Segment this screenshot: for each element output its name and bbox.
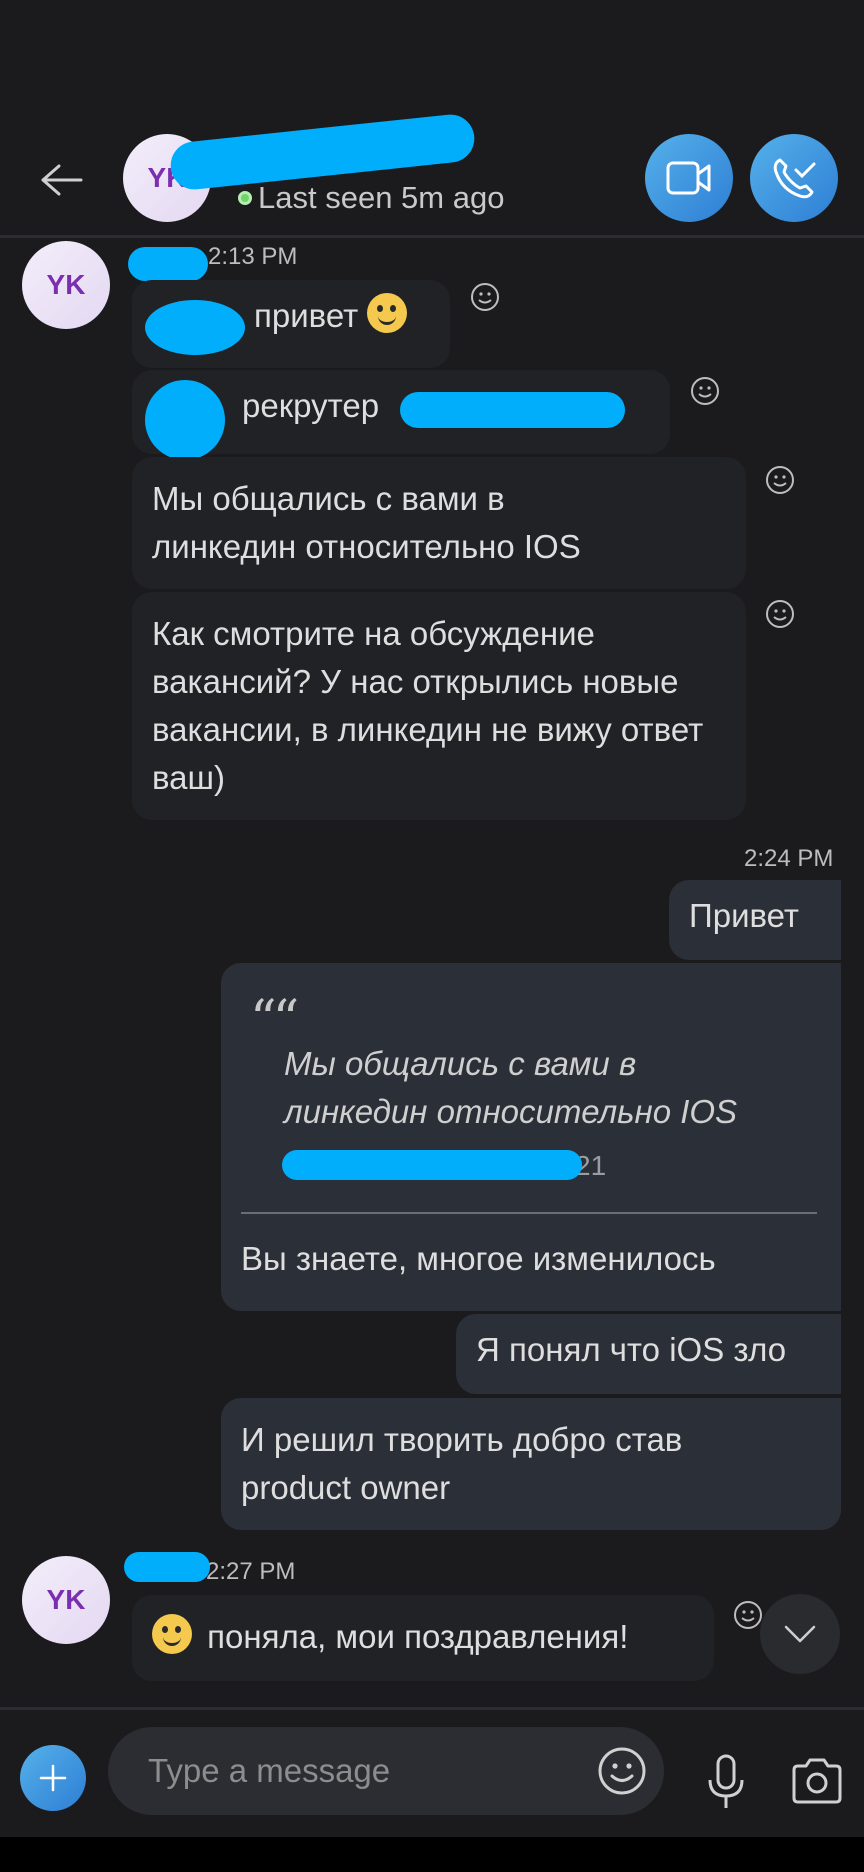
add-reaction-icon[interactable] <box>733 1600 763 1630</box>
add-reaction-icon[interactable] <box>765 465 795 495</box>
message-timestamp: 2:27 PM <box>206 1558 296 1585</box>
microphone-icon[interactable] <box>700 1752 752 1810</box>
message-timestamp: 2:24 PM <box>744 845 834 872</box>
scroll-to-bottom-button[interactable] <box>760 1594 840 1674</box>
redaction-mark <box>128 247 208 281</box>
message-bubble[interactable]: поняла, мои поздравления! <box>132 1595 714 1681</box>
quote-divider <box>241 1212 817 1214</box>
redaction-mark <box>145 300 245 355</box>
add-attachment-button[interactable] <box>20 1745 86 1811</box>
arrow-left-icon <box>41 164 83 196</box>
online-dot-icon <box>238 191 252 205</box>
camera-icon[interactable] <box>788 1752 846 1810</box>
sender-avatar[interactable]: YK <box>22 1556 110 1644</box>
system-navigation-bar <box>0 1837 864 1872</box>
video-call-button[interactable] <box>645 134 733 222</box>
message-bubble[interactable]: Я понял что iOS зло <box>456 1314 841 1394</box>
message-text: Как смотрите на обсуждение вакансий? У н… <box>152 615 704 796</box>
sender-initials: YK <box>46 269 86 300</box>
video-camera-icon <box>666 161 711 195</box>
back-button[interactable] <box>36 155 86 205</box>
phone-check-icon <box>773 158 816 199</box>
chevron-down-icon <box>784 1625 816 1643</box>
redaction-mark <box>145 380 225 460</box>
add-reaction-icon[interactable] <box>690 376 720 406</box>
message-bubble[interactable]: И решил творить добро став product owner <box>221 1398 841 1530</box>
message-text: Вы знаете, многое изменилось <box>241 1240 716 1277</box>
add-reaction-icon[interactable] <box>470 282 500 312</box>
message-timestamp: 2:13 PM <box>208 243 298 270</box>
quoted-message-text[interactable]: Мы общались с вами в линкедин относитель… <box>284 1040 784 1136</box>
message-text: Мы общались с вами в линкедин относитель… <box>152 480 581 565</box>
redaction-mark <box>400 392 625 428</box>
message-input[interactable] <box>148 1727 568 1815</box>
message-text: привет <box>254 297 359 334</box>
message-input-container[interactable] <box>108 1727 664 1815</box>
message-text: Я понял что iOS зло <box>476 1331 787 1368</box>
message-bubble[interactable]: Мы общались с вами в линкедин относитель… <box>132 457 746 589</box>
sender-avatar[interactable]: YK <box>22 241 110 329</box>
plus-icon <box>39 1764 67 1792</box>
message-bubble[interactable]: Как смотрите на обсуждение вакансий? У н… <box>132 592 746 820</box>
message-text: И решил творить добро став product owner <box>241 1421 683 1506</box>
presence-text: Last seen 5m ago <box>258 180 505 215</box>
message-bubble[interactable]: Привет <box>669 880 841 960</box>
emoji-picker-icon[interactable] <box>596 1745 648 1797</box>
message-text: поняла, мои поздравления! <box>207 1618 629 1655</box>
message-text: Привет <box>689 897 800 934</box>
add-reaction-icon[interactable] <box>765 599 795 629</box>
message-text: рекрутер <box>242 387 380 424</box>
redaction-mark <box>282 1150 582 1180</box>
audio-call-button[interactable] <box>750 134 838 222</box>
redaction-mark <box>124 1552 210 1582</box>
smiling-face-emoji-icon <box>152 1614 192 1654</box>
smiling-face-emoji-icon <box>367 293 408 333</box>
presence-status: Last seen 5m ago <box>238 180 504 216</box>
status-bar-area <box>0 0 864 120</box>
sender-initials: YK <box>46 1584 86 1615</box>
